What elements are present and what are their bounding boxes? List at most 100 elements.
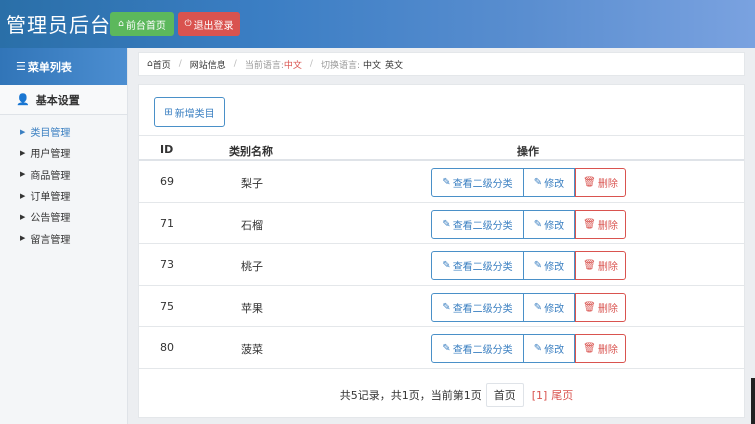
edit-icon: ✎ bbox=[533, 177, 543, 188]
logout-label: 退出登录 bbox=[193, 20, 234, 32]
view-subcategory-button[interactable]: ✎ 查看二级分类 bbox=[431, 251, 524, 280]
edit-label: 修改 bbox=[544, 262, 565, 273]
main-panel: ⊞ 新增类目 ID 类别名称 操作 69 梨子 ✎ 查看二级分类 ✎ 修改 🗑 删除 … bbox=[138, 84, 745, 418]
row-id: 69 bbox=[160, 175, 174, 188]
edit-icon: ✎ bbox=[442, 343, 451, 354]
edit-label: 修改 bbox=[544, 303, 565, 315]
sidebar-item-label: 商品管理 bbox=[30, 170, 71, 182]
edit-icon: ✎ bbox=[533, 343, 543, 354]
front-home-button[interactable]: ⌂ 前台首页 bbox=[110, 12, 174, 36]
delete-label: 删除 bbox=[597, 303, 618, 315]
switch-language-en-link[interactable]: 英文 bbox=[385, 58, 403, 71]
sidebar-heading-label: 菜单列表 bbox=[27, 60, 72, 74]
breadcrumb-site-info[interactable]: 网站信息 bbox=[190, 58, 226, 71]
edit-button[interactable]: ✎ 修改 bbox=[524, 251, 575, 280]
row-name: 菠菜 bbox=[241, 343, 263, 356]
view-subcategory-button[interactable]: ✎ 查看二级分类 bbox=[431, 334, 524, 363]
power-icon: ⏻ bbox=[184, 19, 192, 29]
current-language-label: 当前语言: bbox=[244, 60, 284, 71]
edit-button[interactable]: ✎ 修改 bbox=[524, 209, 575, 239]
sidebar-item-messages[interactable]: ▶ 留言管理 bbox=[0, 227, 127, 248]
row-id: 71 bbox=[160, 216, 174, 230]
row-name: 桃子 bbox=[241, 260, 263, 273]
table-row: 71 石榴 ✎ 查看二级分类 ✎ 修改 🗑 删除 bbox=[139, 203, 744, 244]
edit-icon: ✎ bbox=[442, 218, 451, 230]
add-category-label: 新增类目 bbox=[174, 108, 215, 120]
edit-label: 修改 bbox=[544, 345, 565, 356]
edit-button[interactable]: ✎ 修改 bbox=[524, 292, 575, 322]
trash-icon: 🗑 bbox=[583, 260, 596, 271]
view-subcategory-label: 查看二级分类 bbox=[452, 262, 513, 273]
pagination-first-button[interactable]: 首页 bbox=[485, 383, 524, 407]
app-title: 管理员后台 bbox=[6, 13, 111, 37]
edit-icon: ✎ bbox=[442, 260, 451, 271]
sidebar-item-category[interactable]: ▶ 类目管理 bbox=[0, 121, 127, 142]
trash-icon: 🗑 bbox=[583, 177, 596, 188]
delete-button[interactable]: 🗑 删除 bbox=[575, 209, 626, 239]
delete-label: 删除 bbox=[597, 345, 618, 356]
switch-language-label: 切换语言: bbox=[320, 60, 360, 71]
edit-button[interactable]: ✎ 修改 bbox=[524, 168, 575, 197]
pagination-current-page[interactable]: [1] bbox=[532, 389, 548, 402]
row-actions: ✎ 查看二级分类 ✎ 修改 🗑 删除 bbox=[431, 209, 626, 239]
breadcrumb-separator: / bbox=[233, 59, 237, 69]
edit-icon: ✎ bbox=[533, 218, 543, 230]
row-actions: ✎ 查看二级分类 ✎ 修改 🗑 删除 bbox=[431, 334, 626, 363]
row-id: 80 bbox=[160, 341, 174, 354]
plus-square-icon: ⊞ bbox=[164, 106, 173, 118]
edit-icon: ✎ bbox=[442, 301, 451, 313]
delete-button[interactable]: 🗑 删除 bbox=[575, 292, 626, 322]
view-subcategory-button[interactable]: ✎ 查看二级分类 bbox=[431, 292, 524, 322]
edit-icon: ✎ bbox=[533, 301, 543, 313]
top-header: 管理员后台 ⌂ 前台首页 ⏻ 退出登录 bbox=[0, 0, 755, 48]
breadcrumb: ⌂ 首页 / 网站信息 / 当前语言: 中文 / 切换语言: 中文 英文 bbox=[138, 52, 745, 76]
table-row: 73 桃子 ✎ 查看二级分类 ✎ 修改 🗑 删除 bbox=[139, 244, 744, 286]
breadcrumb-home[interactable]: 首页 bbox=[153, 58, 171, 71]
user-icon: 👤 bbox=[16, 93, 30, 106]
sidebar: ☰ 菜单列表 👤 基本设置 ▶ 类目管理 ▶ 用户管理 ▶ 商品管理 ▶ 订单管… bbox=[0, 48, 128, 424]
view-subcategory-button[interactable]: ✎ 查看二级分类 bbox=[431, 209, 524, 239]
delete-label: 删除 bbox=[597, 179, 618, 190]
view-subcategory-button[interactable]: ✎ 查看二级分类 bbox=[431, 168, 524, 197]
sidebar-item-label: 留言管理 bbox=[30, 234, 71, 246]
scrollbar-fragment bbox=[751, 378, 755, 424]
table-row: 75 苹果 ✎ 查看二级分类 ✎ 修改 🗑 删除 bbox=[139, 286, 744, 327]
sidebar-item-label: 公告管理 bbox=[30, 213, 71, 225]
row-actions: ✎ 查看二级分类 ✎ 修改 🗑 删除 bbox=[431, 168, 626, 197]
row-id: 73 bbox=[160, 258, 174, 271]
delete-label: 删除 bbox=[597, 220, 618, 232]
delete-button[interactable]: 🗑 删除 bbox=[575, 168, 626, 197]
caret-right-icon: ▶ bbox=[20, 170, 26, 179]
logout-button[interactable]: ⏻ 退出登录 bbox=[178, 12, 240, 36]
row-name: 石榴 bbox=[241, 218, 263, 232]
view-subcategory-label: 查看二级分类 bbox=[452, 345, 513, 356]
row-actions: ✎ 查看二级分类 ✎ 修改 🗑 删除 bbox=[431, 251, 626, 280]
breadcrumb-separator: / bbox=[178, 59, 182, 69]
add-category-button[interactable]: ⊞ 新增类目 bbox=[154, 97, 225, 127]
sidebar-item-products[interactable]: ▶ 商品管理 bbox=[0, 164, 127, 185]
sidebar-group-basic-settings[interactable]: 👤 基本设置 bbox=[0, 85, 127, 115]
front-home-label: 前台首页 bbox=[125, 20, 166, 32]
sidebar-item-announcements[interactable]: ▶ 公告管理 bbox=[0, 206, 127, 227]
sidebar-item-label: 用户管理 bbox=[30, 149, 71, 161]
row-id: 75 bbox=[160, 299, 174, 313]
edit-icon: ✎ bbox=[533, 260, 543, 271]
delete-button[interactable]: 🗑 删除 bbox=[575, 334, 626, 363]
row-name: 梨子 bbox=[241, 177, 263, 190]
pagination-last-button[interactable]: 尾页 bbox=[551, 387, 573, 403]
switch-language-zh-link[interactable]: 中文 bbox=[363, 58, 381, 71]
home-icon: ⌂ bbox=[118, 19, 124, 29]
caret-right-icon: ▶ bbox=[20, 212, 26, 221]
edit-label: 修改 bbox=[544, 179, 565, 190]
sidebar-item-orders[interactable]: ▶ 订单管理 bbox=[0, 185, 127, 206]
sidebar-item-users[interactable]: ▶ 用户管理 bbox=[0, 142, 127, 163]
trash-icon: 🗑 bbox=[583, 301, 596, 313]
category-table: ID 类别名称 操作 69 梨子 ✎ 查看二级分类 ✎ 修改 🗑 删除 71 石榴 ✎… bbox=[139, 135, 744, 369]
delete-button[interactable]: 🗑 删除 bbox=[575, 251, 626, 280]
table-header: ID 类别名称 操作 bbox=[139, 135, 744, 161]
edit-button[interactable]: ✎ 修改 bbox=[524, 334, 575, 363]
column-header-name: 类别名称 bbox=[229, 145, 273, 158]
sidebar-item-label: 订单管理 bbox=[30, 192, 71, 204]
column-header-id: ID bbox=[160, 143, 174, 156]
table-row: 69 梨子 ✎ 查看二级分类 ✎ 修改 🗑 删除 bbox=[139, 161, 744, 203]
